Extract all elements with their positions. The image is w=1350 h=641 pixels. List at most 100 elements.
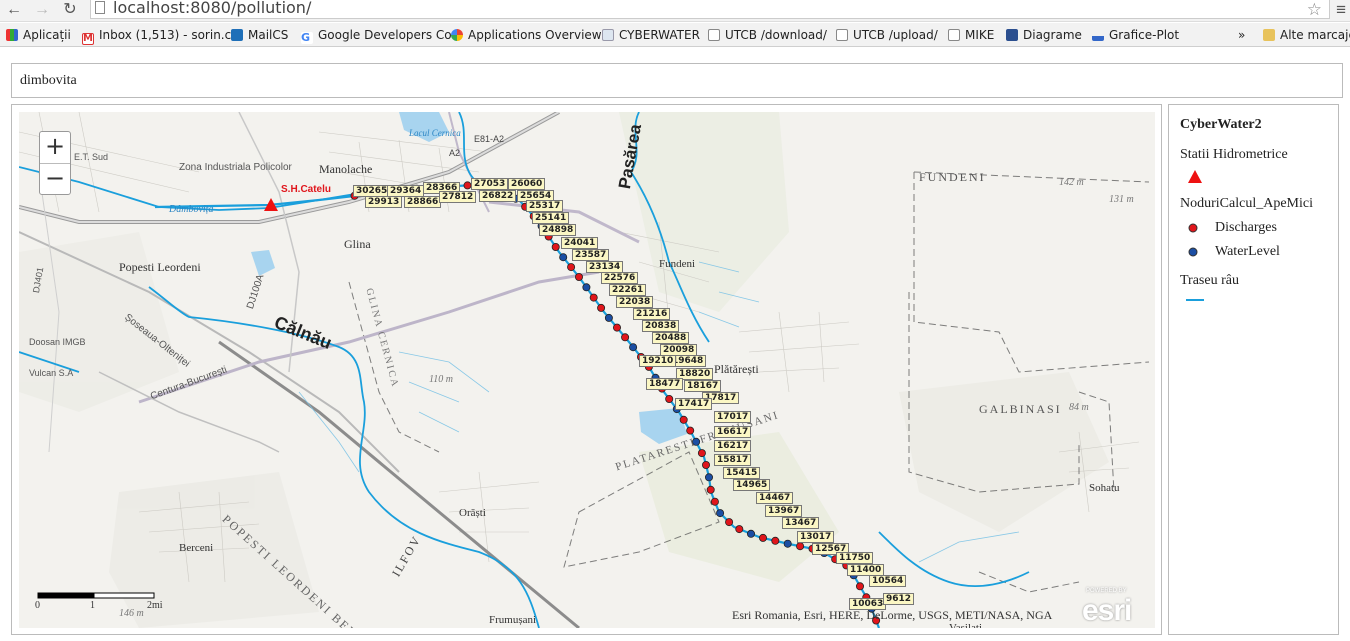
discharge-node[interactable]: [613, 323, 622, 332]
map-panel: Manolache Zona Industriala Policolor E.T. …: [11, 104, 1162, 635]
map-place-label: Dâmbovița: [169, 204, 214, 215]
map-place-label: Plătărești: [714, 362, 759, 376]
map-place-label: 110 m: [429, 374, 453, 385]
discharge-node[interactable]: [665, 394, 674, 403]
waterlevel-node[interactable]: [716, 509, 725, 518]
bookmark-grafice-plot[interactable]: Grafice-Plot: [1092, 27, 1179, 43]
bookmark-applications-overview[interactable]: Applications Overview: [451, 27, 602, 43]
legend-panel: CyberWater2 Statii Hidrometrice NoduriCa…: [1168, 104, 1339, 635]
bookmark-google-developers[interactable]: G Google Developers Co: [301, 27, 452, 44]
waterlevel-node[interactable]: [629, 343, 638, 352]
node-value-label: 10564: [869, 575, 907, 587]
bookmark-star-icon[interactable]: ☆: [1307, 0, 1322, 20]
waterlevel-node[interactable]: [582, 283, 591, 292]
node-value-label: 18477: [646, 378, 684, 390]
waterlevel-node[interactable]: [604, 313, 613, 322]
map-place-label: Berceni: [179, 542, 214, 554]
map-place-label: Doosan IMGB: [29, 337, 86, 347]
bookmark-utcb-download[interactable]: UTCB /download/: [708, 27, 827, 43]
document-icon: [602, 29, 614, 41]
node-value-label: 25317: [526, 200, 564, 212]
bookmark-mike[interactable]: MIKE: [948, 27, 994, 43]
scale-bar: 0 1 2mi: [35, 590, 163, 620]
legend-title: CyberWater2: [1180, 117, 1262, 132]
bookmarks-overflow[interactable]: »: [1238, 27, 1245, 43]
map-place-label: 142 m: [1059, 177, 1084, 188]
search-field[interactable]: dimbovita: [11, 63, 1343, 98]
legend-layer-noduri: NoduriCalcul_ApeMici: [1180, 196, 1313, 211]
waterlevel-node[interactable]: [705, 473, 714, 482]
map-place-label: Glina: [344, 237, 371, 251]
bookmark-diagrame[interactable]: Diagrame: [1006, 27, 1082, 43]
discharge-node[interactable]: [589, 293, 598, 302]
node-value-label: 22576: [601, 272, 639, 284]
node-value-label: 20488: [652, 332, 690, 344]
apps-grid-icon: [6, 29, 18, 41]
discharge-node[interactable]: [796, 542, 805, 551]
discharge-node[interactable]: [856, 582, 865, 591]
search-value: dimbovita: [20, 73, 77, 88]
zoom-out-button[interactable]: −: [40, 163, 70, 194]
folder-icon: [1263, 29, 1275, 41]
map[interactable]: Manolache Zona Industriala Policolor E.T. …: [19, 112, 1155, 628]
discharge-node[interactable]: [759, 533, 768, 542]
legend-item-waterlevel: WaterLevel: [1215, 244, 1280, 259]
discharge-node[interactable]: [575, 272, 584, 281]
station-label: S.H.Catelu: [281, 184, 332, 195]
waterlevel-node[interactable]: [559, 253, 568, 262]
chart-icon: [1092, 29, 1104, 41]
node-value-label: 14467: [756, 492, 794, 504]
map-place-label: FUNDENI: [919, 170, 986, 184]
node-value-label: 9612: [883, 593, 915, 605]
zoom-control: + −: [39, 131, 71, 195]
page-icon: [708, 29, 720, 41]
bookmark-cyberwater[interactable]: CYBERWATER: [602, 27, 700, 43]
back-arrow-icon[interactable]: ←: [4, 1, 24, 21]
discharge-node[interactable]: [725, 518, 734, 527]
discharge-node[interactable]: [551, 242, 560, 251]
page-icon: [948, 29, 960, 41]
node-value-label: 24041: [561, 237, 599, 249]
esri-logo: POWERED BY esri: [1082, 588, 1148, 627]
bookmark-other[interactable]: Alte marcaje: [1263, 27, 1350, 43]
map-place-label: E81-A2: [474, 134, 505, 144]
node-value-label: 16217: [714, 440, 752, 452]
legend-layer-statii: Statii Hidrometrice: [1180, 147, 1288, 162]
menu-icon[interactable]: ≡: [1336, 0, 1346, 20]
waterlevel-node[interactable]: [783, 539, 792, 548]
discharge-node[interactable]: [597, 303, 606, 312]
waterlevel-node[interactable]: [747, 529, 756, 538]
discharge-node[interactable]: [621, 333, 630, 342]
bookmark-inbox[interactable]: M Inbox (1,513) - sorin.c: [82, 27, 231, 45]
discharge-node[interactable]: [697, 449, 706, 458]
discharge-node[interactable]: [735, 525, 744, 534]
map-place-label: Sohatu: [1089, 482, 1120, 494]
legend-item-discharges: Discharges: [1215, 220, 1277, 235]
discharge-node[interactable]: [686, 426, 695, 435]
bookmark-apps[interactable]: Aplicații: [6, 27, 71, 43]
bookmark-utcb-upload[interactable]: UTCB /upload/: [836, 27, 938, 43]
discharge-dot-icon: [1188, 223, 1198, 233]
map-place-label: Manolache: [319, 162, 373, 176]
node-value-label: 16617: [714, 426, 752, 438]
map-place-label: Lacul Cernica: [409, 128, 461, 138]
node-value-label: 25141: [532, 212, 570, 224]
discharge-node[interactable]: [567, 263, 576, 272]
node-value-label: 23587: [572, 249, 610, 261]
discharge-node[interactable]: [771, 536, 780, 545]
forward-arrow-icon[interactable]: →: [32, 1, 52, 21]
zoom-in-button[interactable]: +: [40, 132, 70, 163]
reload-icon[interactable]: ↻: [60, 1, 80, 21]
map-place-label: A2: [449, 148, 461, 158]
bookmark-mailcs[interactable]: MailCS: [231, 27, 288, 43]
discharge-node[interactable]: [702, 460, 711, 469]
discharge-node[interactable]: [710, 497, 719, 506]
node-value-label: 17017: [714, 411, 752, 423]
url-field[interactable]: localhost:8080/pollution/: [90, 0, 1330, 19]
node-value-label: 22261: [609, 284, 647, 296]
node-value-label: 13967: [765, 505, 803, 517]
discharge-node[interactable]: [679, 415, 688, 424]
discharge-node[interactable]: [706, 485, 715, 494]
node-value-label: 13467: [782, 517, 820, 529]
waterlevel-dot-icon: [1188, 247, 1198, 257]
